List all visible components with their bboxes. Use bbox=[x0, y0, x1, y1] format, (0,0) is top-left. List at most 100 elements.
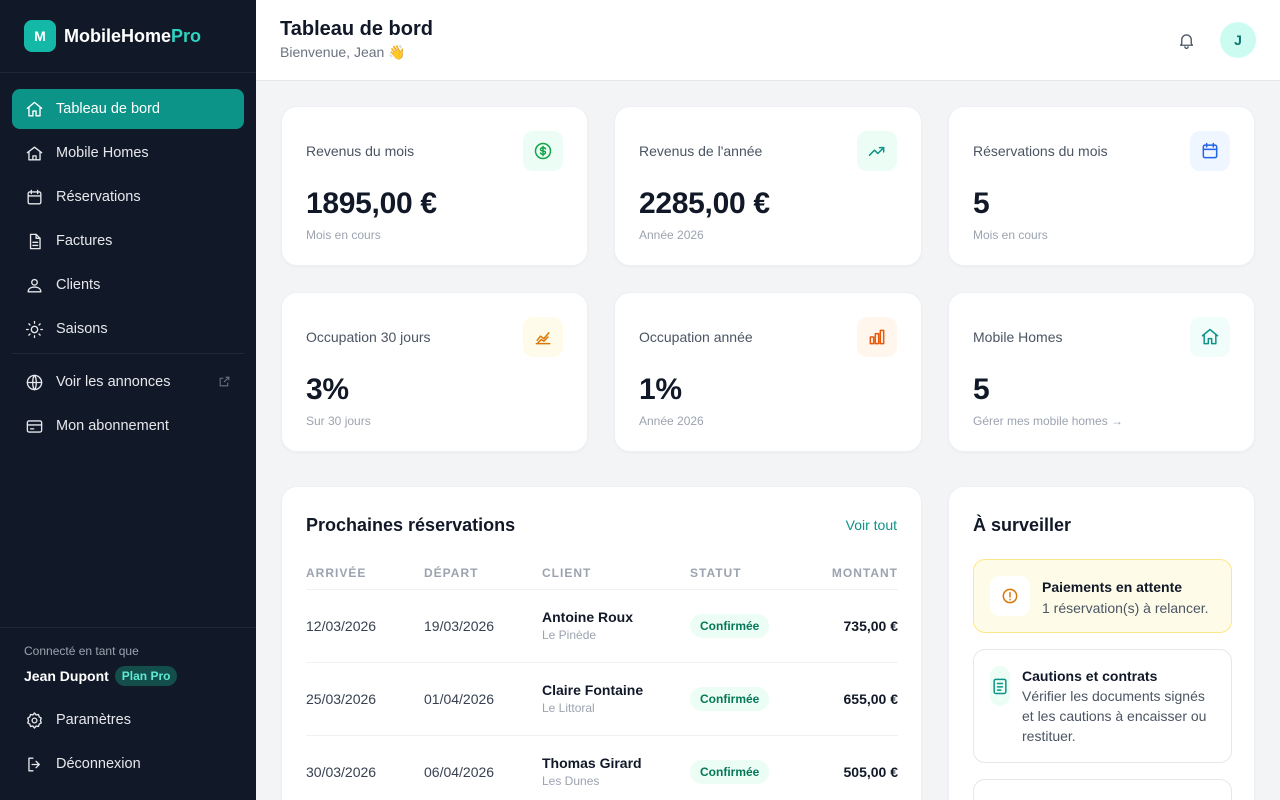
user-icon bbox=[24, 275, 44, 295]
connected-label: Connecté en tant que bbox=[24, 644, 139, 658]
status-badge: Confirmée bbox=[690, 686, 770, 711]
logout-icon bbox=[24, 754, 44, 774]
sidebar-item-label: Saisons bbox=[56, 321, 108, 337]
stat-subtext: Mois en cours bbox=[306, 228, 381, 242]
amount: 505,00 € bbox=[800, 735, 898, 800]
stat-subtext: Année 2026 bbox=[639, 414, 704, 428]
stat-card-yearly-revenue: Revenus de l'année 2285,00 € Année 2026 bbox=[614, 106, 922, 266]
stat-label: Revenus du mois bbox=[306, 143, 415, 159]
alert-title: Cautions et contrats bbox=[1022, 668, 1158, 684]
trending-up-icon bbox=[857, 131, 897, 171]
main-nav: Tableau de bord Mobile Homes Réservation… bbox=[0, 73, 256, 446]
column-header: ARRIVÉE bbox=[306, 557, 424, 590]
brand-logo: M bbox=[24, 20, 56, 52]
stat-label: Réservations du mois bbox=[973, 143, 1108, 159]
pending-payments-alert[interactable]: Paiements en attente 1 réservation(s) à … bbox=[973, 559, 1232, 633]
stat-card-occupancy-30d: Occupation 30 jours 3% Sur 30 jours bbox=[281, 292, 588, 452]
sidebar-item-logout[interactable]: Déconnexion bbox=[12, 744, 244, 784]
sidebar: M MobileHomePro Tableau de bord Mobile H… bbox=[0, 0, 256, 800]
stat-label: Mobile Homes bbox=[973, 329, 1063, 345]
bell-icon bbox=[1179, 33, 1193, 49]
deposits-contracts-alert[interactable]: Cautions et contrats Vérifier les docume… bbox=[973, 649, 1232, 763]
sidebar-footer: Connecté en tant que Jean Dupont Plan Pr… bbox=[0, 627, 256, 800]
plan-badge: Plan Pro bbox=[114, 666, 178, 686]
stat-card-mobile-homes[interactable]: Mobile Homes 5 Gérer mes mobile homes → bbox=[948, 292, 1255, 452]
brand[interactable]: M MobileHomePro bbox=[0, 0, 256, 73]
arrival-date: 12/03/2026 bbox=[306, 589, 424, 663]
client-cell: Antoine Roux Le Pinède bbox=[542, 589, 690, 663]
alert-text: 1 réservation(s) à relancer. bbox=[1042, 600, 1209, 616]
sidebar-item-listings[interactable]: Voir les annonces bbox=[12, 362, 244, 402]
column-header: MONTANT bbox=[800, 557, 898, 590]
table-row[interactable]: 30/03/2026 06/04/2026 Thomas Girard Les D… bbox=[306, 735, 898, 800]
departure-date: 19/03/2026 bbox=[424, 589, 542, 663]
table-row[interactable]: 25/03/2026 01/04/2026 Claire Fontaine Le … bbox=[306, 662, 898, 736]
client-location: Les Dunes bbox=[542, 774, 600, 788]
sidebar-item-label: Factures bbox=[56, 233, 113, 249]
stat-value: 5 bbox=[973, 187, 990, 220]
client-cell: Thomas Girard Les Dunes bbox=[542, 735, 690, 800]
external-link-icon bbox=[218, 375, 232, 389]
table-row[interactable]: 12/03/2026 19/03/2026 Antoine Roux Le Pin… bbox=[306, 589, 898, 663]
stat-card-monthly-reservations: Réservations du mois 5 Mois en cours bbox=[948, 106, 1255, 266]
column-header: DÉPART bbox=[424, 557, 542, 590]
stat-label: Occupation année bbox=[639, 329, 753, 345]
settings-icon bbox=[24, 710, 44, 730]
home-icon bbox=[1190, 317, 1230, 357]
alert-circle-icon bbox=[990, 576, 1030, 616]
stat-value: 5 bbox=[973, 373, 990, 406]
sidebar-item-label: Tableau de bord bbox=[56, 101, 160, 117]
notifications-button[interactable] bbox=[1174, 28, 1198, 52]
see-all-link[interactable]: Voir tout bbox=[846, 517, 897, 533]
stat-value: 3% bbox=[306, 373, 349, 406]
client-location: Le Pinède bbox=[542, 628, 597, 642]
alert-text-line: Vérifier les documents signés bbox=[1022, 688, 1205, 704]
sidebar-item-subscription[interactable]: Mon abonnement bbox=[12, 406, 244, 446]
home-icon bbox=[24, 99, 44, 119]
stat-label: Occupation 30 jours bbox=[306, 329, 431, 345]
sidebar-item-label: Paramètres bbox=[56, 712, 131, 728]
column-header: STATUT bbox=[690, 557, 800, 590]
table-header: ARRIVÉE DÉPART CLIENT STATUT MONTANT bbox=[306, 557, 898, 590]
bar-chart-icon bbox=[857, 317, 897, 357]
calendar-icon bbox=[1190, 131, 1230, 171]
upcoming-reservations-card: Prochaines réservations Voir tout ARRIVÉ… bbox=[281, 486, 922, 800]
sidebar-item-seasons[interactable]: Saisons bbox=[12, 309, 244, 349]
client-cell: Claire Fontaine Le Littoral bbox=[542, 662, 690, 736]
sidebar-item-clients[interactable]: Clients bbox=[12, 265, 244, 305]
section-title: Prochaines réservations bbox=[306, 515, 516, 535]
brand-name-accent: Pro bbox=[171, 25, 202, 46]
stat-card-occupancy-year: Occupation année 1% Année 2026 bbox=[614, 292, 922, 452]
status-cell: Confirmée bbox=[690, 662, 800, 736]
globe-icon bbox=[24, 372, 44, 392]
credit-card-icon bbox=[24, 416, 44, 436]
stat-value: 1895,00 € bbox=[306, 187, 437, 220]
client-name: Thomas Girard bbox=[542, 755, 642, 771]
brand-name-main: MobileHome bbox=[64, 25, 172, 46]
clipboard-icon bbox=[990, 666, 1010, 706]
stat-value: 2285,00 € bbox=[639, 187, 770, 220]
status-cell: Confirmée bbox=[690, 589, 800, 663]
brand-name: MobileHomePro bbox=[64, 26, 201, 47]
sidebar-item-dashboard[interactable]: Tableau de bord bbox=[12, 89, 244, 129]
amount: 735,00 € bbox=[800, 589, 898, 663]
top-header: Tableau de bord Bienvenue, Jean 👋 J bbox=[256, 0, 1280, 81]
sidebar-item-label: Mobile Homes bbox=[56, 145, 149, 161]
status-badge: Confirmée bbox=[690, 759, 770, 784]
sidebar-item-reservations[interactable]: Réservations bbox=[12, 177, 244, 217]
sidebar-item-mobile-homes[interactable]: Mobile Homes bbox=[12, 133, 244, 173]
sidebar-item-label: Mon abonnement bbox=[56, 418, 169, 434]
sidebar-item-settings[interactable]: Paramètres bbox=[12, 700, 244, 740]
arrival-date: 25/03/2026 bbox=[306, 662, 424, 736]
dollar-icon bbox=[523, 131, 563, 171]
avatar[interactable]: J bbox=[1220, 22, 1256, 58]
client-location: Le Littoral bbox=[542, 701, 595, 715]
sidebar-item-label: Voir les annonces bbox=[56, 374, 171, 390]
alert-text-line: restituer. bbox=[1022, 728, 1076, 744]
next-alert-partial[interactable] bbox=[973, 779, 1232, 800]
house-icon bbox=[24, 143, 44, 163]
stat-subtext: Année 2026 bbox=[639, 228, 704, 242]
sidebar-item-invoices[interactable]: Factures bbox=[12, 221, 244, 261]
manage-mobile-homes-link[interactable]: Gérer mes mobile homes → bbox=[973, 414, 1123, 428]
arrival-date: 30/03/2026 bbox=[306, 735, 424, 800]
